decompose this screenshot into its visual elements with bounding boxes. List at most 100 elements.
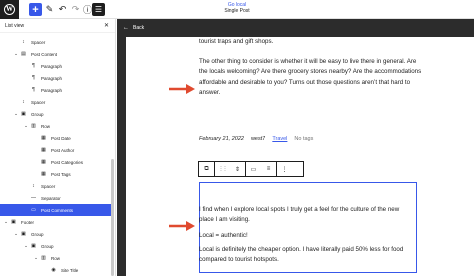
list-item[interactable]: ↕ Spacer [0, 36, 111, 48]
post-categories-icon: ▦ [41, 159, 46, 165]
list-item-label: Post Content [31, 51, 58, 57]
list-item-label: Post Tags [51, 171, 71, 177]
list-item-label: Group [31, 111, 44, 117]
list-item[interactable]: ⌄ ▥ Row [0, 252, 111, 264]
chevron-down-icon[interactable]: ⌄ [13, 51, 19, 57]
post-date: February 21, 2022 [199, 136, 244, 142]
separator-icon: — [31, 195, 36, 201]
move-arrows-icon: ⇕ [234, 166, 241, 173]
site-title-icon: ◉ [51, 267, 56, 273]
spacer-icon: ↕ [32, 183, 35, 189]
list-item[interactable]: ▦ Post Date [0, 132, 111, 144]
drag-handle-icon: ⋮⋮ [218, 166, 228, 172]
list-item-label: Group [31, 231, 44, 237]
editor-canvas[interactable]: tourist traps and gift shops. The other … [126, 37, 474, 276]
document-title-area: Go local Single Post [0, 2, 474, 15]
back-button[interactable]: ← Back [117, 19, 474, 37]
paragraph-block[interactable]: The other thing to consider is whether i… [199, 57, 425, 99]
justify-button[interactable]: ≡ [261, 162, 276, 176]
block-toolbar: ⧉ ⋮⋮ ⇕ ▭ ≡ ⋮ [198, 161, 304, 177]
paragraph-icon: ¶ [32, 63, 35, 69]
group-icon: ▣ [21, 231, 26, 237]
list-item[interactable]: ▦ Post Author [0, 144, 111, 156]
list-view-scrollbar[interactable] [111, 159, 114, 276]
top-toolbar: W + ✎ ↶ ↷ ⓘ ☰ Go local Single Post [0, 0, 474, 19]
list-item[interactable]: ¶ Paragraph [0, 84, 111, 96]
more-options-icon: ⋮ [281, 166, 288, 173]
list-item-label: Spacer [31, 39, 46, 45]
block-type-button[interactable]: ⧉ [199, 162, 214, 176]
list-item-label: Paragraph [41, 63, 63, 69]
list-item[interactable]: — Separator [0, 192, 111, 204]
list-item-label: Row [41, 123, 51, 129]
more-options-button[interactable]: ⋮ [277, 162, 292, 176]
list-item[interactable]: ⌄ ▤ Post Content [0, 48, 111, 60]
list-item-label: Row [51, 255, 61, 261]
spacer-icon: ↕ [22, 99, 25, 105]
list-item-label: Paragraph [41, 87, 63, 93]
list-view-panel: List view ✕ ↕ Spacer ⌄ ▤ Post Content ¶ Paragr… [0, 19, 116, 276]
chevron-down-icon[interactable]: ⌄ [23, 123, 29, 129]
list-item[interactable]: ▦ Post Categories [0, 156, 111, 168]
paragraph-icon: ¶ [32, 87, 35, 93]
list-item-label: Spacer [41, 183, 56, 189]
chevron-down-icon[interactable]: ⌄ [13, 111, 19, 117]
chevron-down-icon[interactable]: ⌄ [3, 219, 9, 225]
list-item[interactable]: ▦ Post Tags [0, 168, 111, 180]
list-item[interactable]: ⌄ ▥ Row [0, 120, 111, 132]
align-button[interactable]: ▭ [246, 162, 261, 176]
post-category-link[interactable]: Travel [272, 136, 287, 142]
list-item-label: Post Categories [51, 159, 84, 165]
align-icon: ▭ [250, 166, 257, 173]
post-author: west7 [250, 136, 266, 142]
chevron-down-icon[interactable]: ⌄ [33, 255, 39, 261]
move-button[interactable]: ⇕ [230, 162, 245, 176]
comment-paragraph[interactable]: Local is definitely the cheaper option. … [199, 245, 413, 266]
footer-icon: ▣ [11, 219, 16, 225]
annotation-arrow-icon [169, 84, 195, 94]
list-item-label: Post Date [51, 135, 71, 141]
chevron-down-icon[interactable]: ⌄ [13, 231, 19, 237]
chevron-down-icon[interactable]: ⌄ [23, 243, 29, 249]
post-date-icon: ▦ [41, 135, 46, 141]
group-icon: ▣ [31, 243, 36, 249]
drag-handle[interactable]: ⋮⋮ [215, 162, 230, 176]
post-author-icon: ▦ [41, 147, 46, 153]
close-icon[interactable]: ✕ [104, 22, 109, 29]
post-tags-icon: ▦ [41, 171, 46, 177]
post-comments-icon: ⧉ [204, 165, 209, 172]
list-view-title: List view [5, 22, 25, 29]
template-title[interactable]: Single Post [0, 8, 474, 15]
arrow-left-icon: ← [123, 25, 129, 31]
post-meta-row: February 21, 2022 west7 Travel No tags [199, 136, 313, 142]
row-icon: ▥ [31, 123, 36, 129]
list-item-label: Separator [41, 195, 61, 201]
group-icon: ▣ [21, 111, 26, 117]
list-item[interactable]: ⌄ ▣ Group [0, 240, 111, 252]
justify-icon: ≡ [266, 166, 271, 172]
list-item[interactable]: ↕ Spacer [0, 180, 111, 192]
list-item[interactable]: ⌄ ▣ Footer [0, 216, 111, 228]
list-item[interactable]: ¶ Paragraph [0, 60, 111, 72]
list-item[interactable]: ¶ Paragraph [0, 72, 111, 84]
list-view-header: List view ✕ [0, 19, 115, 33]
post-tags: No tags [294, 136, 314, 142]
list-item-label: Post Comments [41, 207, 74, 213]
list-item-label: Footer [21, 219, 35, 225]
list-item-label: Post Author [51, 147, 75, 153]
list-item[interactable]: ◉ Site Title [0, 264, 111, 276]
list-item-label: Spacer [31, 99, 46, 105]
paragraph-icon: ¶ [32, 75, 35, 81]
list-item[interactable]: ⌄ ▣ Group [0, 108, 111, 120]
post-comments-icon: ▭ [31, 207, 36, 213]
list-item[interactable]: ⌄ ▣ Group [0, 228, 111, 240]
comment-paragraph[interactable]: Local = authentic! [199, 231, 413, 241]
paragraph-block[interactable]: tourist traps and gift shops. [199, 37, 425, 47]
comment-paragraph[interactable]: I find when I explore local spots I trul… [199, 205, 413, 226]
back-label: Back [133, 25, 145, 31]
spacer-icon: ↕ [22, 39, 25, 45]
list-item[interactable]: ▭ Post Comments [0, 204, 111, 216]
list-item[interactable]: ↕ Spacer [0, 96, 111, 108]
post-content-icon: ▤ [21, 51, 26, 57]
row-icon: ▥ [41, 255, 46, 261]
